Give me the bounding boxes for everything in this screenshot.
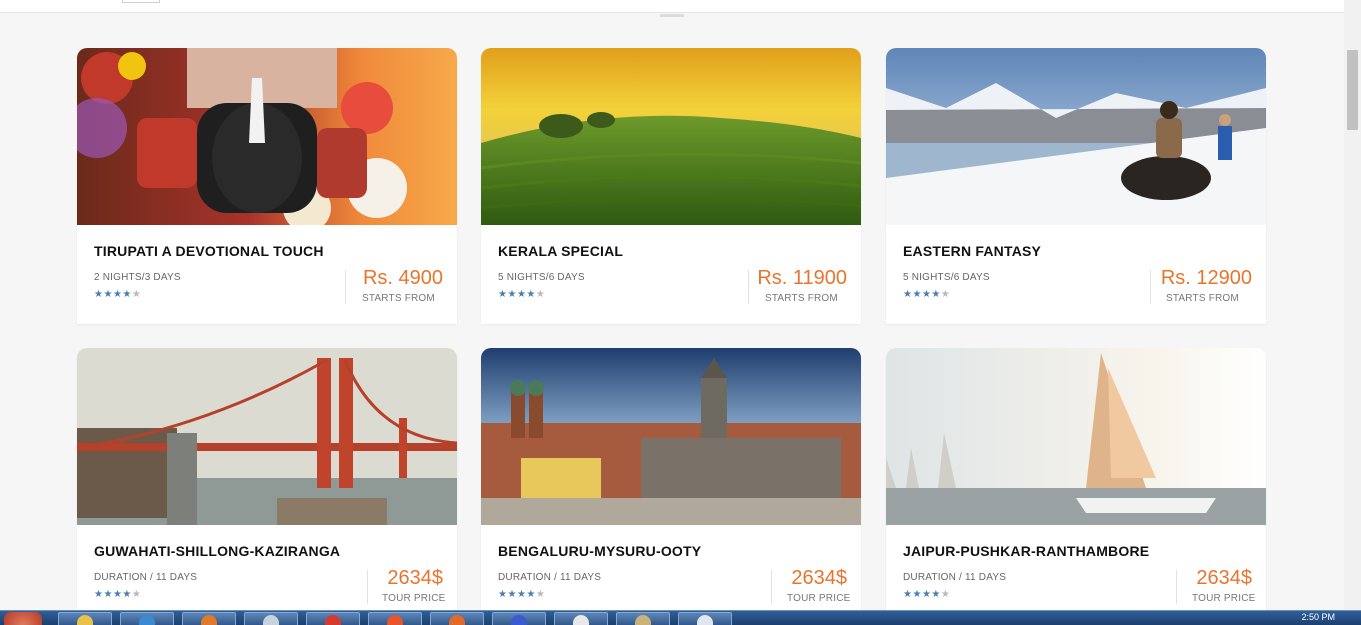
taskbar-app5-button[interactable] bbox=[678, 612, 732, 625]
page-scrollbar[interactable] bbox=[1344, 0, 1361, 610]
top-nav-bar bbox=[0, 0, 1344, 17]
package-card-guwahati[interactable]: GUWAHATI-SHILLONG-KAZIRANGA DURATION / 1… bbox=[77, 348, 457, 624]
price-label: TOUR PRICE bbox=[1192, 593, 1256, 604]
sailboats-photo[interactable] bbox=[886, 348, 1266, 525]
start-button[interactable] bbox=[4, 612, 42, 625]
star-icon: ★ bbox=[507, 289, 517, 300]
star-icon: ★ bbox=[122, 589, 132, 600]
taskbar-clock[interactable]: 2:50 PM bbox=[1301, 612, 1335, 622]
package-duration: 2 NIGHTS/3 DAYS bbox=[94, 272, 181, 283]
package-price: 2634$ bbox=[1196, 567, 1252, 589]
star-icon: ★ bbox=[940, 289, 951, 300]
rating-stars: ★★★★★ bbox=[498, 589, 545, 600]
package-duration: 5 NIGHTS/6 DAYS bbox=[903, 272, 990, 283]
star-icon: ★ bbox=[535, 589, 546, 600]
taskbar-chrome-button[interactable] bbox=[306, 612, 360, 625]
star-icon: ★ bbox=[122, 289, 132, 300]
star-icon: ★ bbox=[931, 289, 941, 300]
star-icon: ★ bbox=[516, 589, 527, 600]
rating-stars: ★★★★★ bbox=[94, 589, 141, 600]
package-card-tirupati[interactable]: TIRUPATI A DEVOTIONAL TOUCH 2 NIGHTS/3 D… bbox=[77, 48, 457, 324]
rating-stars: ★★★★★ bbox=[903, 289, 950, 300]
price-divider bbox=[748, 270, 749, 304]
package-duration: DURATION / 11 DAYS bbox=[903, 572, 1007, 583]
package-price: 2634$ bbox=[791, 567, 847, 589]
star-icon: ★ bbox=[516, 289, 527, 300]
taskbar-app2-button[interactable] bbox=[430, 612, 484, 625]
taskbar-brave-button[interactable] bbox=[368, 612, 422, 625]
package-title[interactable]: TIRUPATI A DEVOTIONAL TOUCH bbox=[94, 243, 324, 259]
star-icon: ★ bbox=[103, 289, 113, 300]
package-duration: DURATION / 11 DAYS bbox=[94, 572, 198, 583]
city-cathedral-photo[interactable] bbox=[481, 348, 861, 525]
star-icon: ★ bbox=[526, 289, 536, 300]
tea-plantation-photo[interactable] bbox=[481, 48, 861, 225]
star-icon: ★ bbox=[112, 589, 123, 600]
taskbar-app4-button[interactable] bbox=[616, 612, 670, 625]
tirupati-deity-photo[interactable] bbox=[77, 48, 457, 225]
package-title[interactable]: BENGALURU-MYSURU-OOTY bbox=[498, 543, 701, 559]
rating-stars: ★★★★★ bbox=[94, 289, 141, 300]
star-icon: ★ bbox=[112, 289, 123, 300]
scrollbar-thumb[interactable] bbox=[1347, 50, 1358, 130]
package-title[interactable]: JAIPUR-PUSHKAR-RANTHAMBORE bbox=[903, 543, 1149, 559]
price-divider bbox=[771, 570, 772, 604]
star-icon: ★ bbox=[940, 589, 951, 600]
taskbar-app3-button[interactable] bbox=[492, 612, 546, 625]
taskbar-notepad-button[interactable] bbox=[554, 612, 608, 625]
price-label: STARTS FROM bbox=[1166, 293, 1239, 304]
taskbar-firefox-button[interactable] bbox=[182, 612, 236, 625]
star-icon: ★ bbox=[535, 289, 546, 300]
star-icon: ★ bbox=[921, 289, 932, 300]
price-label: STARTS FROM bbox=[362, 293, 435, 304]
rating-stars: ★★★★★ bbox=[903, 589, 950, 600]
price-divider bbox=[345, 270, 346, 304]
price-divider bbox=[1176, 570, 1177, 604]
package-title[interactable]: KERALA SPECIAL bbox=[498, 243, 623, 259]
taskbar-browser-button[interactable] bbox=[120, 612, 174, 625]
price-divider bbox=[1150, 270, 1151, 304]
golden-gate-bridge-photo[interactable] bbox=[77, 348, 457, 525]
rating-stars: ★★★★★ bbox=[498, 289, 545, 300]
star-icon: ★ bbox=[912, 589, 922, 600]
package-card-kerala[interactable]: KERALA SPECIAL 5 NIGHTS/6 DAYS ★★★★★ Rs.… bbox=[481, 48, 861, 324]
star-icon: ★ bbox=[131, 589, 142, 600]
nav-tab-stub[interactable] bbox=[122, 0, 160, 3]
package-price: Rs. 11900 bbox=[757, 267, 847, 289]
star-icon: ★ bbox=[912, 289, 922, 300]
package-title[interactable]: EASTERN FANTASY bbox=[903, 243, 1041, 259]
package-duration: DURATION / 11 DAYS bbox=[498, 572, 602, 583]
section-divider-mark bbox=[660, 14, 684, 17]
snow-lake-yak-photo[interactable] bbox=[886, 48, 1266, 225]
star-icon: ★ bbox=[507, 589, 517, 600]
package-price: Rs. 4900 bbox=[362, 267, 443, 289]
taskbar-app-button[interactable] bbox=[244, 612, 298, 625]
package-card-eastern[interactable]: EASTERN FANTASY 5 NIGHTS/6 DAYS ★★★★★ Rs… bbox=[886, 48, 1266, 324]
price-label: STARTS FROM bbox=[765, 293, 838, 304]
package-title[interactable]: GUWAHATI-SHILLONG-KAZIRANGA bbox=[94, 543, 340, 559]
star-icon: ★ bbox=[931, 589, 941, 600]
package-price: Rs. 12900 bbox=[1160, 267, 1252, 289]
package-duration: 5 NIGHTS/6 DAYS bbox=[498, 272, 585, 283]
star-icon: ★ bbox=[103, 589, 113, 600]
windows-taskbar: 2:50 PM bbox=[0, 610, 1361, 625]
package-price: 2634$ bbox=[387, 567, 443, 589]
star-icon: ★ bbox=[921, 589, 932, 600]
star-icon: ★ bbox=[526, 589, 536, 600]
price-divider bbox=[367, 570, 368, 604]
package-card-jaipur[interactable]: JAIPUR-PUSHKAR-RANTHAMBORE DURATION / 11… bbox=[886, 348, 1266, 624]
price-label: TOUR PRICE bbox=[787, 593, 851, 604]
price-label: TOUR PRICE bbox=[382, 593, 446, 604]
star-icon: ★ bbox=[131, 289, 142, 300]
taskbar-explorer-button[interactable] bbox=[58, 612, 112, 625]
package-card-bengaluru[interactable]: BENGALURU-MYSURU-OOTY DURATION / 11 DAYS… bbox=[481, 348, 861, 624]
